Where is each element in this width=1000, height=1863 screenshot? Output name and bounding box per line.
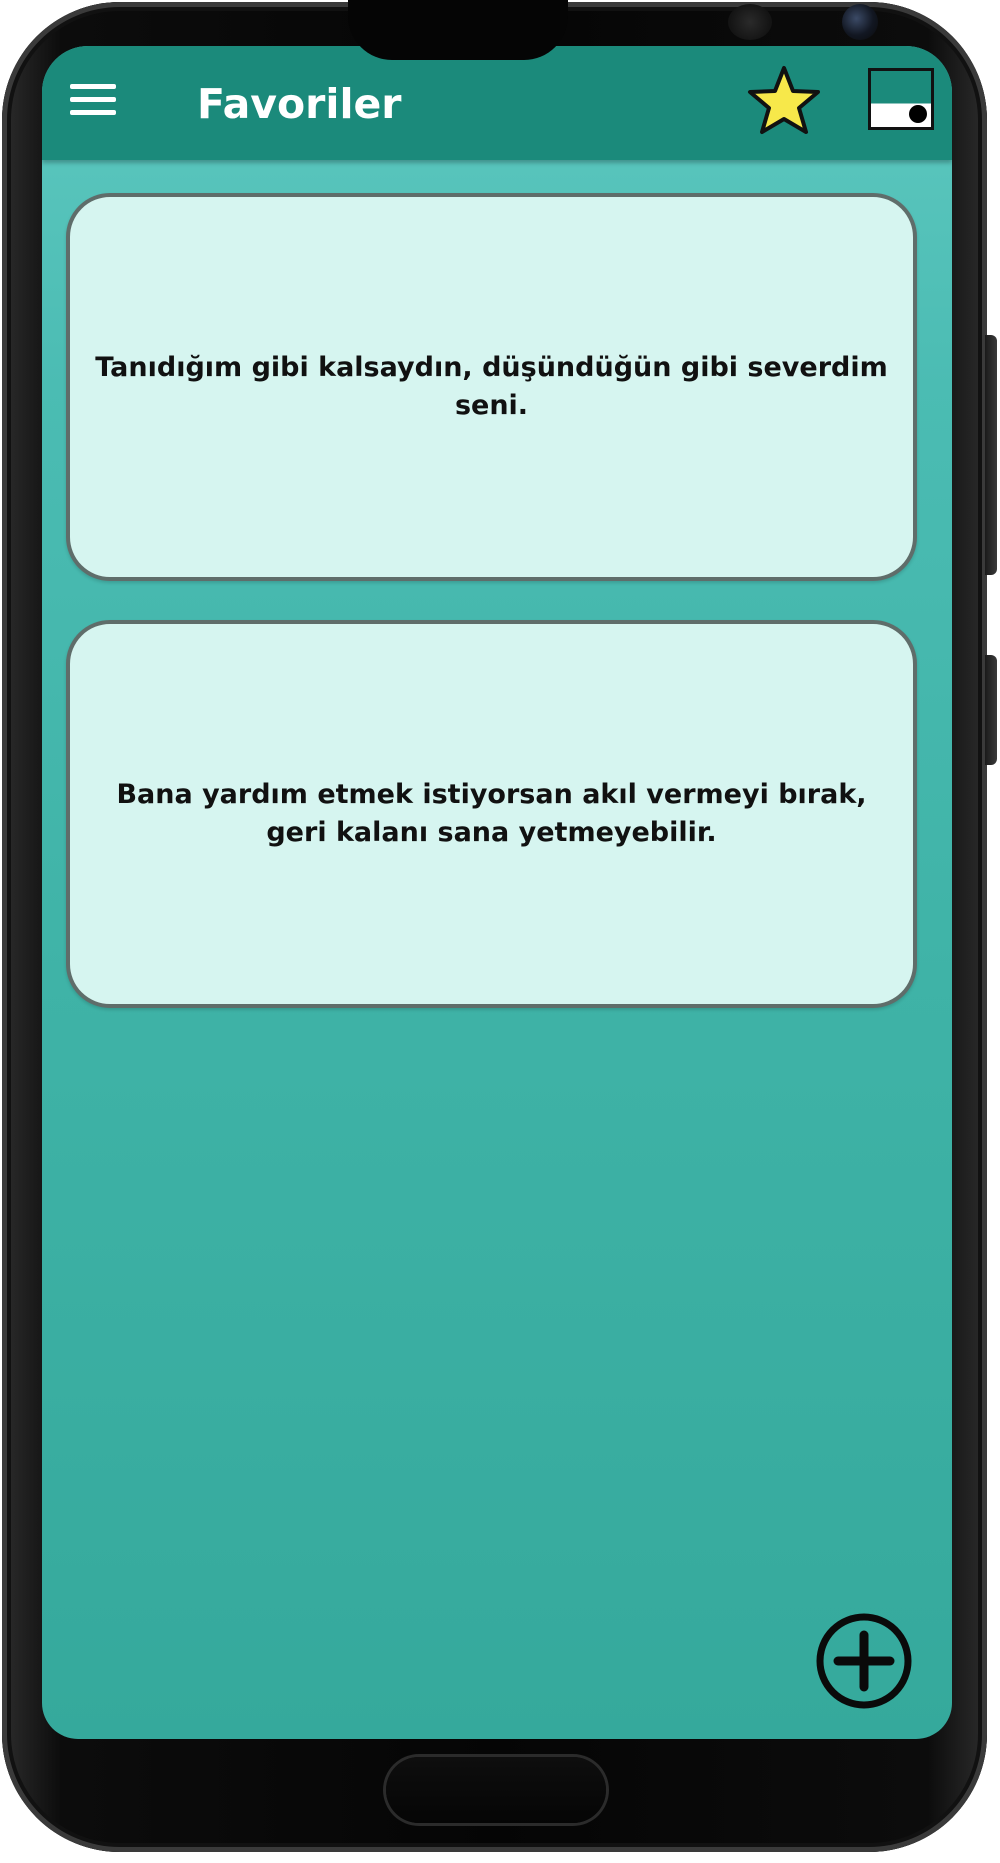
favorites-button[interactable] <box>746 64 822 136</box>
plus-circle-icon <box>816 1613 912 1709</box>
quote-text: Bana yardım etmek istiyorsan akıl vermey… <box>116 779 867 848</box>
hamburger-menu-icon <box>70 84 116 89</box>
favorite-quote-card[interactable]: Bana yardım etmek istiyorsan akıl vermey… <box>66 620 917 1008</box>
power-button <box>985 655 997 765</box>
menu-button[interactable] <box>70 84 116 118</box>
app-screen: Favoriler Tanıdığım gibi kalsaydın, düşü… <box>42 46 952 1739</box>
speaker-grille <box>728 4 772 40</box>
device-stage: Favoriler Tanıdığım gibi kalsaydın, düşü… <box>0 0 1000 1863</box>
theme-toggle-icon <box>909 105 927 123</box>
page-title: Favoriler <box>197 80 402 128</box>
camera-notch <box>348 0 878 60</box>
home-button[interactable] <box>386 1757 606 1823</box>
star-icon <box>748 66 820 134</box>
hamburger-menu-icon <box>70 110 116 115</box>
volume-button <box>985 335 997 575</box>
hamburger-menu-icon <box>70 97 116 102</box>
theme-toggle-button[interactable] <box>868 68 934 130</box>
add-button[interactable] <box>814 1611 914 1711</box>
quote-text: Tanıdığım gibi kalsaydın, düşündüğün gib… <box>95 352 888 421</box>
front-camera <box>842 4 878 40</box>
app-bar: Favoriler <box>42 46 952 160</box>
favorite-quote-card[interactable]: Tanıdığım gibi kalsaydın, düşündüğün gib… <box>66 193 917 581</box>
